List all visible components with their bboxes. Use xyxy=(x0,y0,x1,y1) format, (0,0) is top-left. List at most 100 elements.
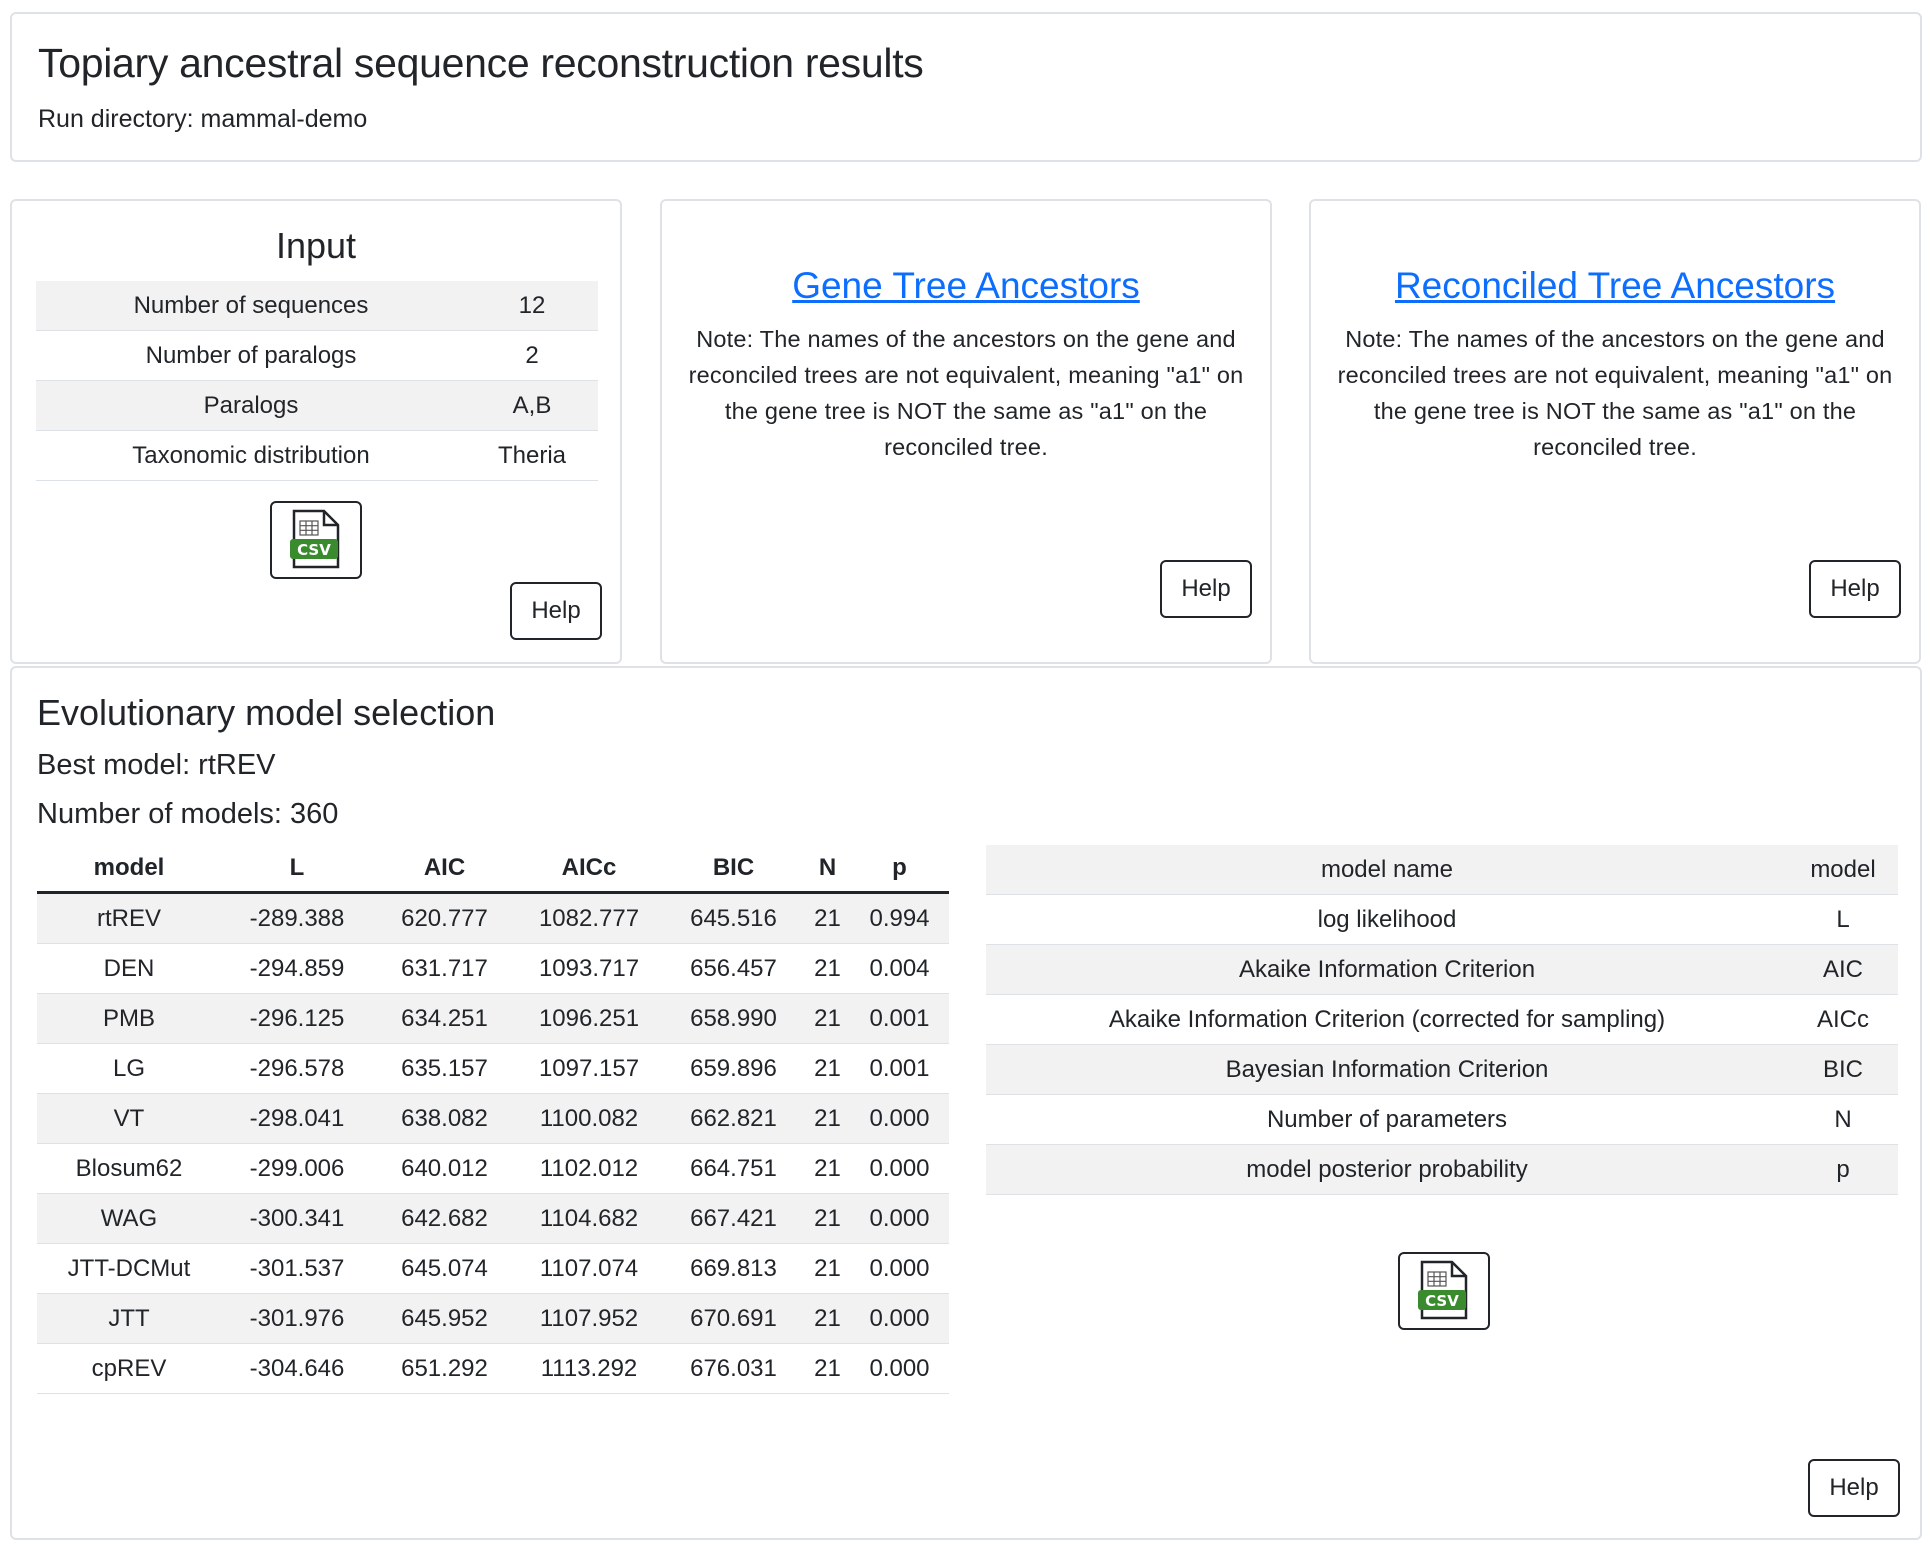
reconciled-tree-ancestors-link[interactable]: Reconciled Tree Ancestors xyxy=(1395,265,1835,306)
csv-badge-label: CSV xyxy=(297,541,331,559)
table-cell: 0.004 xyxy=(850,943,949,994)
model-table-column-header: AIC xyxy=(373,845,516,894)
table-cell: 21 xyxy=(805,993,850,1044)
table-cell: 1096.251 xyxy=(516,993,662,1044)
table-cell: 642.682 xyxy=(373,1193,516,1244)
input-card: Input Number of sequences 12 Number of par… xyxy=(10,199,622,664)
input-row-key: Number of paralogs xyxy=(36,330,466,381)
model-table-column-header: model xyxy=(37,845,221,894)
legend-row: log likelihood L xyxy=(986,894,1898,945)
table-cell: -294.859 xyxy=(221,943,373,994)
legend-name: model posterior probability xyxy=(986,1144,1788,1195)
table-row: JTT -301.976 645.952 1107.952 670.691 21 0.000 xyxy=(37,1293,949,1344)
model-selection-card: Evolutionary model selection Best model:… xyxy=(10,666,1922,1540)
input-table: Number of sequences 12 Number of paralogs 2… xyxy=(36,281,598,481)
table-cell: 1100.082 xyxy=(516,1093,662,1144)
legend-row: Bayesian Information Criterion BIC xyxy=(986,1044,1898,1095)
table-cell: 0.000 xyxy=(850,1143,949,1194)
table-cell: 640.012 xyxy=(373,1143,516,1194)
table-cell: -301.537 xyxy=(221,1243,373,1294)
table-cell: 645.952 xyxy=(373,1293,516,1344)
table-cell: 0.000 xyxy=(850,1243,949,1294)
legend-row: model posterior probability p xyxy=(986,1144,1898,1195)
page-title: Topiary ancestral sequence reconstructio… xyxy=(38,40,924,86)
table-cell: Blosum62 xyxy=(37,1143,221,1194)
table-cell: 1107.952 xyxy=(516,1293,662,1344)
table-row: Blosum62 -299.006 640.012 1102.012 664.751 21… xyxy=(37,1143,949,1194)
input-row: Paralogs A,B xyxy=(36,380,598,431)
input-csv-download-button[interactable]: CSV xyxy=(270,501,362,579)
table-cell: WAG xyxy=(37,1193,221,1244)
table-cell: cpREV xyxy=(37,1343,221,1394)
table-cell: 667.421 xyxy=(662,1193,805,1244)
model-csv-download-button[interactable]: CSV xyxy=(1398,1252,1490,1330)
table-cell: 1104.682 xyxy=(516,1193,662,1244)
table-cell: -298.041 xyxy=(221,1093,373,1144)
reconciled-tree-title-wrap: Reconciled Tree Ancestors xyxy=(1311,265,1919,307)
table-cell: 645.516 xyxy=(662,892,805,944)
model-table: model L AIC AICc BIC Np rtREV -289.388 620.777 1… xyxy=(37,845,949,1394)
table-cell: 0.000 xyxy=(850,1343,949,1394)
table-cell: 0.001 xyxy=(850,1043,949,1094)
gene-tree-note: Note: The names of the ancestors on the … xyxy=(688,326,1244,460)
legend-abbreviation: L xyxy=(1788,894,1898,945)
table-cell: 1107.074 xyxy=(516,1243,662,1294)
reconciled-tree-help-button[interactable]: Help xyxy=(1809,560,1901,618)
table-cell: 0.000 xyxy=(850,1293,949,1344)
gene-tree-ancestors-link[interactable]: Gene Tree Ancestors xyxy=(792,265,1140,306)
table-cell: 651.292 xyxy=(373,1343,516,1394)
table-cell: 21 xyxy=(805,1193,850,1244)
legend-row: model name model xyxy=(986,845,1898,895)
legend-name: Number of parameters xyxy=(986,1094,1788,1145)
best-model: Best model: rtREV xyxy=(37,749,276,781)
model-help-button[interactable]: Help xyxy=(1808,1459,1900,1517)
input-row: Number of sequences 12 xyxy=(36,281,598,331)
table-cell: 662.821 xyxy=(662,1093,805,1144)
model-table-column-header: AICc xyxy=(516,845,662,894)
table-row: cpREV -304.646 651.292 1113.292 676.031 21 0.0… xyxy=(37,1343,949,1394)
legend-name: Bayesian Information Criterion xyxy=(986,1044,1788,1095)
table-cell: 676.031 xyxy=(662,1343,805,1394)
table-cell: 21 xyxy=(805,1343,850,1394)
table-row: WAG -300.341 642.682 1104.682 667.421 21 0.000 xyxy=(37,1193,949,1244)
legend-name: model name xyxy=(986,845,1788,895)
table-cell: -296.578 xyxy=(221,1043,373,1094)
input-row-value: 12 xyxy=(466,281,598,331)
table-row: LG -296.578 635.157 1097.157 659.896 21 0.001 xyxy=(37,1043,949,1094)
model-table-column-header: BIC xyxy=(662,845,805,894)
model-table-column-header: L xyxy=(221,845,373,894)
table-row: PMB -296.125 634.251 1096.251 658.990 21 0.001 xyxy=(37,993,949,1044)
table-cell: 634.251 xyxy=(373,993,516,1044)
table-cell: 670.691 xyxy=(662,1293,805,1344)
table-cell: 21 xyxy=(805,1093,850,1144)
model-selection-title: Evolutionary model selection xyxy=(37,692,496,733)
table-cell: 21 xyxy=(805,892,850,944)
model-table-header: model L AIC AICc BIC Np xyxy=(37,845,949,894)
header-card: Topiary ancestral sequence reconstructio… xyxy=(10,12,1922,162)
input-row: Number of paralogs 2 xyxy=(36,330,598,381)
table-cell: 656.457 xyxy=(662,943,805,994)
model-table-column-header: N xyxy=(805,845,850,894)
table-cell: 1102.012 xyxy=(516,1143,662,1194)
run-directory: Run directory: mammal-demo xyxy=(38,105,368,133)
table-cell: 1097.157 xyxy=(516,1043,662,1094)
table-row: VT -298.041 638.082 1100.082 662.821 21 0.000 xyxy=(37,1093,949,1144)
table-cell: -301.976 xyxy=(221,1293,373,1344)
table-cell: 620.777 xyxy=(373,892,516,944)
table-cell: 21 xyxy=(805,1243,850,1294)
input-row-value: 2 xyxy=(466,330,598,381)
table-cell: 659.896 xyxy=(662,1043,805,1094)
table-cell: JTT-DCMut xyxy=(37,1243,221,1294)
legend-row: Akaike Information Criterion (corrected … xyxy=(986,994,1898,1045)
table-cell: 0.000 xyxy=(850,1093,949,1144)
gene-tree-card: Gene Tree Ancestors Note: The names of t… xyxy=(660,199,1272,664)
gene-tree-help-button[interactable]: Help xyxy=(1160,560,1252,618)
table-cell: -304.646 xyxy=(221,1343,373,1394)
table-cell: 669.813 xyxy=(662,1243,805,1294)
table-cell: LG xyxy=(37,1043,221,1094)
table-cell: 645.074 xyxy=(373,1243,516,1294)
legend-abbreviation: AICc xyxy=(1788,994,1898,1045)
input-help-button[interactable]: Help xyxy=(510,582,602,640)
table-row: JTT-DCMut -301.537 645.074 1107.074 669.813 2… xyxy=(37,1243,949,1294)
table-cell: 21 xyxy=(805,1293,850,1344)
